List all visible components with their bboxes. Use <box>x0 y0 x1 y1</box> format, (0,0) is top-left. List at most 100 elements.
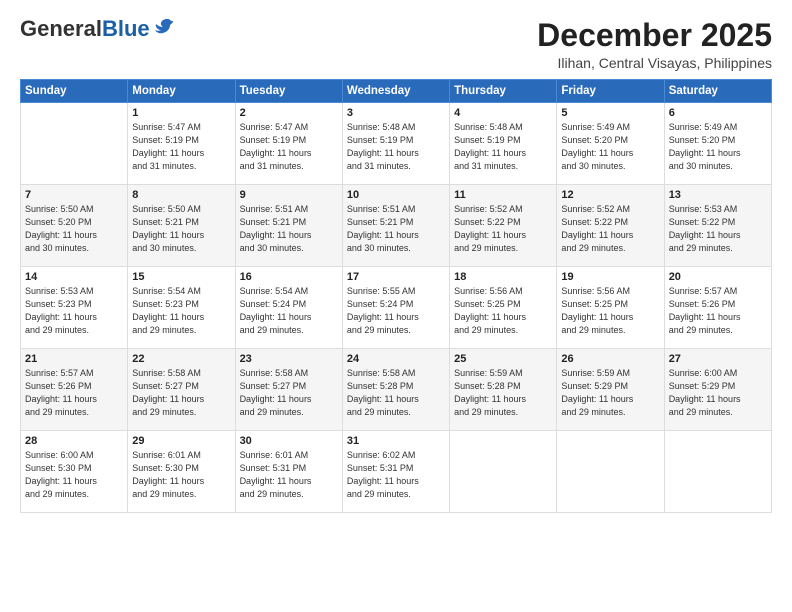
location-subtitle: Ilihan, Central Visayas, Philippines <box>537 55 772 71</box>
calendar-cell: 17 Sunrise: 5:55 AM Sunset: 5:24 PM Dayli… <box>342 267 449 349</box>
day-info: Sunrise: 6:01 AM Sunset: 5:31 PM Dayligh… <box>240 449 338 501</box>
calendar-cell: 6 Sunrise: 5:49 AM Sunset: 5:20 PM Daylig… <box>664 103 771 185</box>
calendar-cell: 8 Sunrise: 5:50 AM Sunset: 5:21 PM Daylig… <box>128 185 235 267</box>
calendar-week-4: 21 Sunrise: 5:57 AM Sunset: 5:26 PM Dayli… <box>21 349 772 431</box>
day-info: Sunrise: 5:51 AM Sunset: 5:21 PM Dayligh… <box>240 203 338 255</box>
day-number: 9 <box>240 189 338 201</box>
day-info: Sunrise: 5:53 AM Sunset: 5:23 PM Dayligh… <box>25 285 123 337</box>
calendar-cell: 11Sunrise: 5:52 AM Sunset: 5:22 PM Dayli… <box>450 185 557 267</box>
calendar-cell <box>450 431 557 513</box>
title-block: December 2025 Ilihan, Central Visayas, P… <box>537 18 772 71</box>
day-info: Sunrise: 5:57 AM Sunset: 5:26 PM Dayligh… <box>669 285 767 337</box>
day-number: 8 <box>132 189 230 201</box>
calendar-cell: 12 Sunrise: 5:52 AM Sunset: 5:22 PM Dayli… <box>557 185 664 267</box>
calendar-cell: 10 Sunrise: 5:51 AM Sunset: 5:21 PM Dayli… <box>342 185 449 267</box>
day-info: Sunrise: 5:58 AM Sunset: 5:27 PM Dayligh… <box>240 367 338 419</box>
day-number: 29 <box>132 435 230 447</box>
day-info: Sunrise: 5:52 AM Sunset: 5:22 PM Dayligh… <box>561 203 659 255</box>
col-thursday: Thursday <box>450 80 557 103</box>
day-number: 6 <box>669 107 767 119</box>
day-info: Sunrise: 5:54 AM Sunset: 5:23 PM Dayligh… <box>132 285 230 337</box>
day-number: 15 <box>132 271 230 283</box>
calendar-cell <box>557 431 664 513</box>
day-info: Sunrise: 5:59 AM Sunset: 5:28 PM Dayligh… <box>454 367 552 419</box>
day-info: Sunrise: 6:02 AM Sunset: 5:31 PM Dayligh… <box>347 449 445 501</box>
day-info: Sunrise: 5:48 AM Sunset: 5:19 PM Dayligh… <box>347 121 445 173</box>
day-number: 26 <box>561 353 659 365</box>
day-number: 2 <box>240 107 338 119</box>
col-sunday: Sunday <box>21 80 128 103</box>
calendar-cell: 4Sunrise: 5:48 AM Sunset: 5:19 PM Daylig… <box>450 103 557 185</box>
calendar-cell: 19 Sunrise: 5:56 AM Sunset: 5:25 PM Dayli… <box>557 267 664 349</box>
calendar-cell <box>21 103 128 185</box>
calendar-cell: 5Sunrise: 5:49 AM Sunset: 5:20 PM Daylig… <box>557 103 664 185</box>
bird-icon <box>152 16 174 38</box>
day-info: Sunrise: 5:52 AM Sunset: 5:22 PM Dayligh… <box>454 203 552 255</box>
day-number: 12 <box>561 189 659 201</box>
calendar-cell: 14 Sunrise: 5:53 AM Sunset: 5:23 PM Dayli… <box>21 267 128 349</box>
day-number: 10 <box>347 189 445 201</box>
calendar-cell: 22 Sunrise: 5:58 AM Sunset: 5:27 PM Dayli… <box>128 349 235 431</box>
day-number: 13 <box>669 189 767 201</box>
month-title: December 2025 <box>537 18 772 53</box>
day-info: Sunrise: 5:49 AM Sunset: 5:20 PM Dayligh… <box>669 121 767 173</box>
calendar-cell: 29 Sunrise: 6:01 AM Sunset: 5:30 PM Dayli… <box>128 431 235 513</box>
day-info: Sunrise: 6:01 AM Sunset: 5:30 PM Dayligh… <box>132 449 230 501</box>
day-number: 20 <box>669 271 767 283</box>
day-number: 27 <box>669 353 767 365</box>
calendar-week-1: 1 Sunrise: 5:47 AM Sunset: 5:19 PM Daylig… <box>21 103 772 185</box>
calendar-cell: 9 Sunrise: 5:51 AM Sunset: 5:21 PM Daylig… <box>235 185 342 267</box>
calendar-cell: 26 Sunrise: 5:59 AM Sunset: 5:29 PM Dayli… <box>557 349 664 431</box>
calendar-cell: 23 Sunrise: 5:58 AM Sunset: 5:27 PM Dayli… <box>235 349 342 431</box>
calendar-week-2: 7 Sunrise: 5:50 AM Sunset: 5:20 PM Daylig… <box>21 185 772 267</box>
day-number: 1 <box>132 107 230 119</box>
day-info: Sunrise: 5:50 AM Sunset: 5:20 PM Dayligh… <box>25 203 123 255</box>
logo: GeneralBlue <box>20 18 174 40</box>
day-info: Sunrise: 5:58 AM Sunset: 5:28 PM Dayligh… <box>347 367 445 419</box>
day-info: Sunrise: 5:47 AM Sunset: 5:19 PM Dayligh… <box>240 121 338 173</box>
day-number: 7 <box>25 189 123 201</box>
calendar-cell: 24Sunrise: 5:58 AM Sunset: 5:28 PM Dayli… <box>342 349 449 431</box>
calendar-cell <box>664 431 771 513</box>
calendar-cell: 16 Sunrise: 5:54 AM Sunset: 5:24 PM Dayli… <box>235 267 342 349</box>
calendar-cell: 25 Sunrise: 5:59 AM Sunset: 5:28 PM Dayli… <box>450 349 557 431</box>
calendar-cell: 31 Sunrise: 6:02 AM Sunset: 5:31 PM Dayli… <box>342 431 449 513</box>
day-info: Sunrise: 5:55 AM Sunset: 5:24 PM Dayligh… <box>347 285 445 337</box>
day-number: 4 <box>454 107 552 119</box>
calendar-cell: 15 Sunrise: 5:54 AM Sunset: 5:23 PM Dayli… <box>128 267 235 349</box>
day-number: 21 <box>25 353 123 365</box>
day-number: 19 <box>561 271 659 283</box>
day-info: Sunrise: 5:58 AM Sunset: 5:27 PM Dayligh… <box>132 367 230 419</box>
calendar-cell: 28Sunrise: 6:00 AM Sunset: 5:30 PM Dayli… <box>21 431 128 513</box>
calendar-cell: 1 Sunrise: 5:47 AM Sunset: 5:19 PM Daylig… <box>128 103 235 185</box>
logo-general: General <box>20 16 102 41</box>
day-number: 25 <box>454 353 552 365</box>
day-info: Sunrise: 5:47 AM Sunset: 5:19 PM Dayligh… <box>132 121 230 173</box>
col-monday: Monday <box>128 80 235 103</box>
day-number: 18 <box>454 271 552 283</box>
calendar-cell: 13Sunrise: 5:53 AM Sunset: 5:22 PM Dayli… <box>664 185 771 267</box>
calendar-cell: 27Sunrise: 6:00 AM Sunset: 5:29 PM Dayli… <box>664 349 771 431</box>
day-info: Sunrise: 5:59 AM Sunset: 5:29 PM Dayligh… <box>561 367 659 419</box>
day-info: Sunrise: 5:57 AM Sunset: 5:26 PM Dayligh… <box>25 367 123 419</box>
day-number: 31 <box>347 435 445 447</box>
header-row: Sunday Monday Tuesday Wednesday Thursday… <box>21 80 772 103</box>
calendar-cell: 21 Sunrise: 5:57 AM Sunset: 5:26 PM Dayli… <box>21 349 128 431</box>
day-number: 30 <box>240 435 338 447</box>
day-info: Sunrise: 5:54 AM Sunset: 5:24 PM Dayligh… <box>240 285 338 337</box>
day-number: 17 <box>347 271 445 283</box>
day-info: Sunrise: 5:51 AM Sunset: 5:21 PM Dayligh… <box>347 203 445 255</box>
day-number: 16 <box>240 271 338 283</box>
day-info: Sunrise: 5:56 AM Sunset: 5:25 PM Dayligh… <box>561 285 659 337</box>
day-number: 28 <box>25 435 123 447</box>
col-saturday: Saturday <box>664 80 771 103</box>
day-info: Sunrise: 5:50 AM Sunset: 5:21 PM Dayligh… <box>132 203 230 255</box>
day-number: 23 <box>240 353 338 365</box>
logo-blue: Blue <box>102 16 150 41</box>
day-number: 14 <box>25 271 123 283</box>
calendar-week-3: 14 Sunrise: 5:53 AM Sunset: 5:23 PM Dayli… <box>21 267 772 349</box>
col-tuesday: Tuesday <box>235 80 342 103</box>
header: GeneralBlue December 2025 Ilihan, Centra… <box>20 18 772 71</box>
day-number: 22 <box>132 353 230 365</box>
calendar-cell: 2 Sunrise: 5:47 AM Sunset: 5:19 PM Daylig… <box>235 103 342 185</box>
